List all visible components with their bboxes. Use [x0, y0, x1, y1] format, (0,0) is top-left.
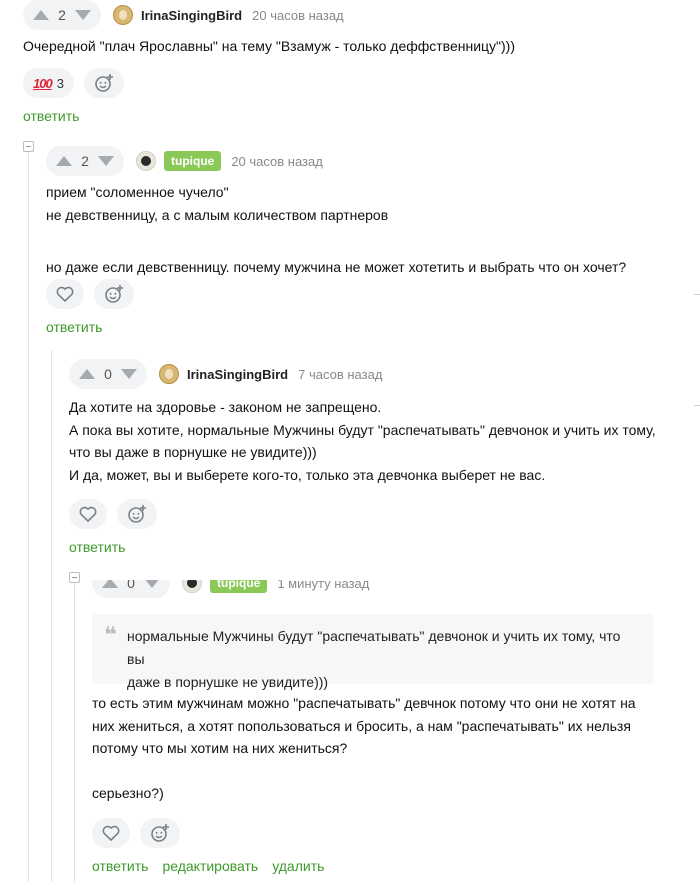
avatar[interactable] [136, 151, 156, 171]
arrow-down-icon[interactable] [98, 156, 114, 166]
quote-line: нормальные Мужчины будут "распечатывать"… [127, 628, 621, 667]
add-reaction-button[interactable] [140, 818, 180, 848]
comment-header: 2 IrinaSingingBird 20 часов назад [23, 0, 693, 30]
comment-actions: 100 3 [23, 68, 124, 98]
comment-line: то есть этим мужчинам можно "распечатыва… [92, 695, 636, 711]
comment-header-clip: 0 tupique 1 минуту назад [92, 580, 692, 598]
comment-line: А пока вы хотите, нормальные Мужчины буд… [69, 421, 656, 438]
vote-count: 0 [104, 366, 112, 382]
comment-line: потому что мы хотим на них жениться? [92, 740, 348, 756]
vote-count: 2 [58, 7, 66, 23]
comment-line [92, 760, 672, 783]
comment-line: них жениться, а хотят попользоваться и б… [92, 717, 631, 734]
author-name[interactable]: IrinaSingingBird [187, 367, 288, 382]
comment-links: ответить [46, 319, 102, 335]
like-button[interactable] [92, 818, 130, 848]
arrow-down-icon[interactable] [75, 10, 91, 20]
add-reaction-button[interactable] [83, 68, 124, 98]
comment-line: но даже если девственницу. почему мужчин… [46, 259, 627, 275]
reply-link[interactable]: ответить [92, 858, 148, 874]
comment: 2 tupique 20 часов назад [46, 146, 686, 176]
comment-line: И да, может, вы и выберете кого-то, толь… [69, 466, 546, 483]
comment-header: 2 tupique 20 часов назад [46, 146, 686, 176]
vote-control: 2 [23, 0, 101, 30]
comment-actions [92, 818, 180, 848]
add-reaction-button[interactable] [117, 499, 157, 529]
comment-header: 0 tupique 1 минуту назад [92, 580, 692, 598]
comment-time: 20 часов назад [252, 7, 344, 23]
heart-outline-icon [102, 825, 120, 841]
smiley-plus-icon [128, 505, 146, 523]
quote-text: нормальные Мужчины будут "распечатывать"… [127, 625, 639, 694]
edit-link[interactable]: редактировать [162, 858, 258, 874]
comment-links: ответить [69, 539, 125, 555]
vote-control: 0 [92, 580, 170, 598]
comment-links: ответить [23, 108, 79, 124]
comment-time: 1 минуту назад [277, 580, 370, 591]
comment-line [46, 226, 686, 256]
quote-line: даже в порнушке не увидите))) [127, 674, 329, 690]
arrow-down-icon[interactable] [144, 580, 160, 588]
comment-time: 20 часов назад [231, 153, 323, 169]
avatar[interactable] [182, 580, 202, 593]
avatar[interactable] [113, 5, 133, 25]
quote-icon: ❝ [104, 622, 117, 647]
thread-line-2 [51, 350, 52, 882]
collapse-icon[interactable] [23, 141, 34, 152]
right-edge-mark [694, 294, 700, 295]
smiley-plus-icon [95, 74, 113, 92]
arrow-down-icon[interactable] [121, 369, 137, 379]
thread-line-3 [74, 582, 75, 882]
right-edge-mark [694, 405, 700, 406]
comment-actions [69, 499, 157, 529]
comment-line: серьезно?) [92, 785, 164, 801]
author-name[interactable]: tupique [210, 580, 268, 593]
collapse-icon[interactable] [69, 572, 80, 583]
comment-actions [46, 279, 134, 309]
author-name[interactable]: tupique [164, 151, 222, 171]
arrow-up-icon[interactable] [102, 580, 118, 588]
hundred-icon: 100 [33, 75, 53, 91]
comment-text: прием "соломенное чучело" не девственниц… [46, 181, 686, 279]
reaction-count: 3 [56, 75, 64, 91]
comment-links: ответить редактировать удалить [92, 858, 324, 874]
arrow-up-icon[interactable] [56, 156, 72, 166]
add-reaction-button[interactable] [94, 279, 134, 309]
heart-outline-icon [56, 286, 74, 302]
vote-count: 2 [81, 153, 89, 169]
author-name[interactable]: IrinaSingingBird [141, 8, 242, 23]
delete-link[interactable]: удалить [272, 858, 324, 874]
smiley-plus-icon [105, 285, 123, 303]
comment-time: 7 часов назад [298, 366, 383, 382]
comment-line: Да хотите на здоровье - законом не запре… [69, 399, 382, 415]
arrow-up-icon[interactable] [79, 369, 95, 379]
vote-control: 0 [69, 359, 147, 389]
reply-link[interactable]: ответить [69, 539, 125, 555]
quote-block: ❝ нормальные Мужчины будут "распечатыват… [92, 614, 654, 690]
comment-header: 0 IrinaSingingBird 7 часов назад [69, 359, 689, 389]
comment-text: Очередной "плач Ярославны" на тему "Взам… [23, 35, 683, 58]
comment-line: не девственницу, а с малым количеством п… [46, 206, 389, 223]
comment: 2 IrinaSingingBird 20 часов назад [23, 0, 693, 30]
comment-text: то есть этим мужчинам можно "распечатыва… [92, 692, 672, 805]
vote-count: 0 [127, 580, 135, 591]
comment-text: Да хотите на здоровье - законом не запре… [69, 396, 689, 486]
avatar[interactable] [159, 364, 179, 384]
reaction-hundred-button[interactable]: 100 3 [23, 68, 74, 98]
vote-control: 2 [46, 146, 124, 176]
reply-link[interactable]: ответить [23, 108, 79, 124]
arrow-up-icon[interactable] [33, 10, 49, 20]
comment-line: что вы даже в порнушке не увидите))) [69, 444, 317, 460]
comment-line: прием "соломенное чучело" [46, 184, 229, 200]
like-button[interactable] [46, 279, 84, 309]
thread-line-1 [28, 152, 29, 882]
reply-link[interactable]: ответить [46, 319, 102, 335]
like-button[interactable] [69, 499, 107, 529]
heart-outline-icon [79, 506, 97, 522]
comment: 0 IrinaSingingBird 7 часов назад [69, 359, 689, 389]
smiley-plus-icon [151, 824, 169, 842]
comment-line: Очередной "плач Ярославны" на тему "Взам… [23, 38, 516, 54]
